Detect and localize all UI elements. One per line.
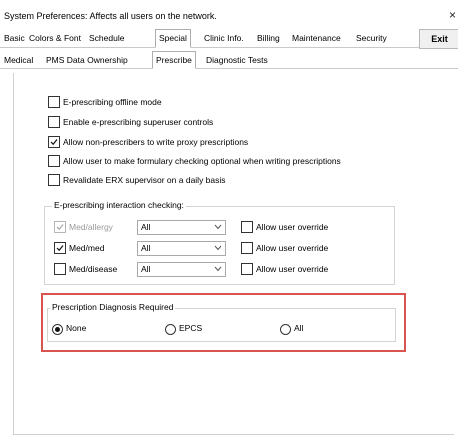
radio-selected-dot bbox=[55, 327, 60, 332]
select-value: All bbox=[141, 222, 151, 232]
superuser-controls-checkbox[interactable] bbox=[48, 116, 60, 128]
formulary-optional-checkbox[interactable] bbox=[48, 155, 60, 167]
checkmark-icon bbox=[56, 245, 64, 252]
med-med-override-checkbox[interactable] bbox=[241, 242, 253, 254]
tab-basic[interactable]: Basic bbox=[4, 31, 25, 46]
title-bar: System Preferences: Affects all users on… bbox=[0, 0, 458, 28]
chevron-down-icon bbox=[214, 266, 222, 272]
radio-all-label: All bbox=[294, 323, 304, 333]
exit-button[interactable]: Exit bbox=[419, 29, 458, 49]
override-label: Allow user override bbox=[256, 264, 329, 274]
med-disease-label: Med/disease bbox=[69, 264, 118, 274]
revalidate-supervisor-checkbox[interactable] bbox=[48, 174, 60, 186]
tab-maintenance[interactable]: Maintenance bbox=[292, 31, 341, 46]
tab-clinic-info[interactable]: Clinic Info. bbox=[204, 31, 244, 46]
tab-prescribe[interactable]: Prescribe bbox=[152, 51, 196, 69]
tab-colors-font[interactable]: Colors & Font bbox=[29, 31, 81, 46]
close-icon[interactable]: × bbox=[449, 8, 456, 22]
main-tab-strip: Basic Colors & Font Schedule Special Cli… bbox=[0, 29, 458, 48]
radio-none-label: None bbox=[66, 323, 87, 333]
chevron-down-icon bbox=[214, 224, 222, 230]
radio-epcs[interactable] bbox=[165, 324, 176, 335]
option-label: Revalidate ERX supervisor on a daily bas… bbox=[63, 175, 226, 185]
med-allergy-override-checkbox[interactable] bbox=[241, 221, 253, 233]
window-title: System Preferences: Affects all users on… bbox=[4, 11, 217, 21]
select-value: All bbox=[141, 264, 151, 274]
med-disease-checkbox[interactable] bbox=[54, 263, 66, 275]
option-label: Enable e-prescribing superuser controls bbox=[63, 117, 214, 127]
tab-medical[interactable]: Medical bbox=[4, 53, 33, 67]
select-value: All bbox=[141, 243, 151, 253]
radio-epcs-label: EPCS bbox=[179, 323, 203, 333]
med-allergy-select[interactable]: All bbox=[137, 220, 226, 235]
option-label: E-prescribing offline mode bbox=[63, 97, 162, 107]
med-disease-override-checkbox[interactable] bbox=[241, 263, 253, 275]
chevron-down-icon bbox=[214, 245, 222, 251]
interaction-group-title: E-prescribing interaction checking: bbox=[52, 200, 186, 211]
med-med-select[interactable]: All bbox=[137, 241, 226, 256]
offline-mode-checkbox[interactable] bbox=[48, 96, 60, 108]
med-allergy-checkbox[interactable] bbox=[54, 221, 66, 233]
med-disease-select[interactable]: All bbox=[137, 262, 226, 277]
proxy-prescriptions-checkbox[interactable] bbox=[48, 136, 60, 148]
radio-none[interactable] bbox=[52, 324, 63, 335]
med-allergy-label: Med/allergy bbox=[69, 222, 113, 232]
option-label: Allow non-prescribers to write proxy pre… bbox=[63, 137, 249, 147]
radio-all[interactable] bbox=[280, 324, 291, 335]
tab-pms-data-ownership[interactable]: PMS Data Ownership bbox=[46, 53, 128, 67]
tab-special[interactable]: Special bbox=[155, 29, 191, 48]
checkmark-icon bbox=[56, 224, 64, 231]
med-med-label: Med/med bbox=[69, 243, 105, 253]
tab-billing[interactable]: Billing bbox=[257, 31, 280, 46]
checkmark-icon bbox=[50, 139, 58, 146]
option-label: Allow user to make formulary checking op… bbox=[63, 156, 341, 166]
tab-diagnostic-tests[interactable]: Diagnostic Tests bbox=[206, 53, 268, 67]
diagnosis-group-title: Prescription Diagnosis Required bbox=[50, 302, 176, 313]
med-med-checkbox[interactable] bbox=[54, 242, 66, 254]
tab-security[interactable]: Security bbox=[356, 31, 387, 46]
override-label: Allow user override bbox=[256, 222, 329, 232]
tab-schedule[interactable]: Schedule bbox=[89, 31, 124, 46]
sub-tab-strip: Medical PMS Data Ownership Prescribe Dia… bbox=[0, 51, 458, 69]
diagnosis-required-group bbox=[47, 308, 396, 342]
override-label: Allow user override bbox=[256, 243, 329, 253]
